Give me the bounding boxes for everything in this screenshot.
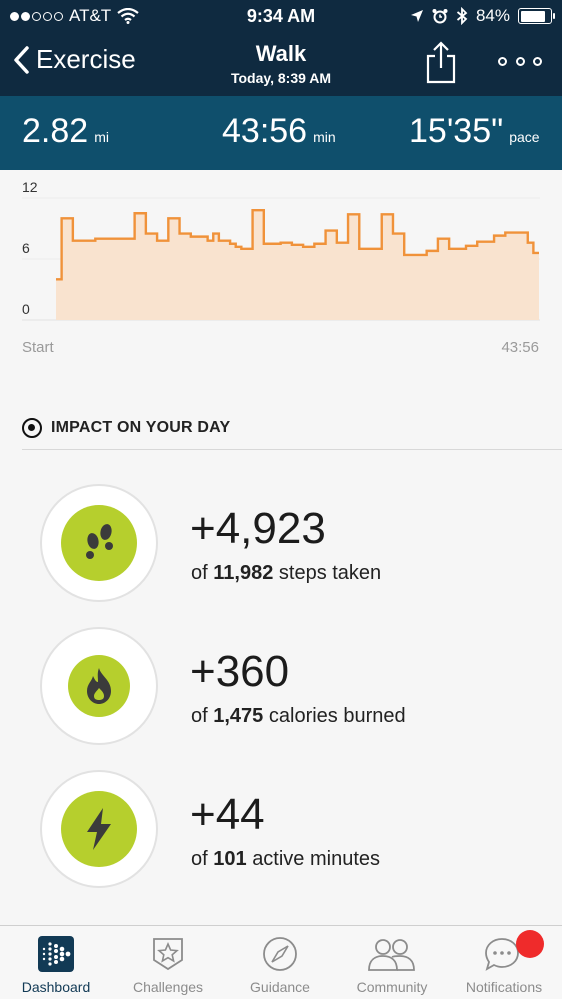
tab-guidance[interactable]: Guidance (224, 926, 336, 999)
tab-challenges[interactable]: Challenges (112, 926, 224, 999)
distance-stat: 2.82 mi (22, 112, 109, 151)
pace-chart-svg: 12 6 0 Start 43:56 (22, 179, 540, 356)
calories-prefix: of (191, 705, 208, 727)
active-minutes-added-value: +44 (190, 790, 265, 839)
steps-total: 11,982 (213, 562, 274, 584)
duration-unit: min (313, 129, 336, 145)
more-dot (533, 56, 542, 66)
tab-guidance-label: Guidance (250, 979, 310, 995)
bottom-tab-bar: Dashboard Challenges Guidance Community … (0, 925, 562, 999)
duration-stat: 43:56 min (222, 112, 336, 151)
compass-icon (263, 937, 297, 971)
steps-prefix: of (191, 562, 208, 584)
y-tick-label: 6 (22, 240, 30, 256)
pace-value: 15'35" (409, 112, 504, 150)
target-icon (22, 418, 42, 438)
status-bar: AT&T 9:34 AM 84% (0, 0, 562, 34)
x-start-label: Start (22, 339, 55, 356)
y-tick-label: 0 (22, 301, 30, 317)
calories-added-value: +360 (190, 647, 290, 696)
bluetooth-icon (456, 7, 468, 25)
active-minutes-ring (40, 770, 158, 888)
tab-dashboard[interactable]: Dashboard (0, 926, 112, 999)
community-icon (368, 939, 415, 971)
distance-unit: mi (94, 129, 109, 145)
steps-total-line: of 11,982 steps taken (191, 562, 381, 585)
calories-total: 1,475 (213, 705, 264, 727)
tab-community[interactable]: Community (336, 926, 448, 999)
more-options-button[interactable] (498, 52, 542, 70)
steps-badge (61, 505, 137, 581)
distance-value: 2.82 (22, 112, 89, 150)
calories-impact-row: +360 of 1,475 calories burned (0, 627, 562, 757)
summary-stats-bar: 2.82 mi 43:56 min 15'35" pace (0, 96, 562, 170)
impact-section-title: IMPACT ON YOUR DAY (51, 419, 231, 436)
app-header: AT&T 9:34 AM 84% Exercise Walk Today, 8:… (0, 0, 562, 96)
pace-chart: 12 6 0 Start 43:56 (0, 170, 562, 370)
tab-challenges-label: Challenges (132, 979, 204, 995)
battery-percent: 84% (475, 6, 510, 25)
battery-icon (518, 8, 555, 24)
active-minutes-impact-row: +44 of 101 active minutes (0, 770, 562, 900)
more-dot (498, 56, 507, 66)
impact-section-header: IMPACT ON YOUR DAY (22, 418, 230, 438)
page-title: Walk (255, 41, 307, 66)
calories-suffix: calories burned (268, 705, 406, 727)
active-minutes-total-line: of 101 active minutes (191, 848, 380, 871)
active-minutes-suffix: active minutes (252, 848, 381, 870)
x-end-label: 43:56 (501, 339, 539, 356)
steps-ring (40, 484, 158, 602)
alarm-clock-icon (432, 9, 448, 24)
calories-ring (40, 627, 158, 745)
star-badge-icon (153, 938, 183, 971)
active-minutes-total: 101 (213, 848, 247, 870)
section-divider (22, 449, 562, 450)
steps-suffix: steps taken (278, 562, 382, 584)
battery-level-fill (520, 10, 545, 22)
chart-area-fill (56, 210, 539, 320)
lightning-icon (87, 808, 111, 850)
steps-impact-row: +4,923 of 11,982 steps taken (0, 484, 562, 614)
active-minutes-prefix: of (191, 848, 208, 870)
flame-icon (87, 668, 111, 704)
location-arrow-icon (410, 10, 423, 22)
share-icon (426, 41, 456, 84)
tab-notifications[interactable]: Notifications (448, 926, 560, 999)
notification-badge (516, 930, 544, 958)
tab-dashboard-label: Dashboard (21, 979, 91, 995)
calories-badge (68, 655, 130, 717)
active-minutes-badge (61, 791, 137, 867)
duration-value: 43:56 (222, 112, 308, 150)
tab-notifications-label: Notifications (465, 979, 543, 995)
more-dot (515, 56, 525, 66)
y-tick-label: 12 (22, 179, 38, 195)
status-right: 84% (410, 6, 555, 26)
tab-community-label: Community (356, 979, 428, 995)
chat-bubble-icon (485, 938, 519, 971)
calories-total-line: of 1,475 calories burned (191, 705, 406, 728)
dashboard-icon (38, 936, 74, 972)
pace-stat: 15'35" pace (409, 112, 540, 151)
steps-added-value: +4,923 (190, 504, 326, 553)
page-subtitle: Today, 8:39 AM (230, 70, 332, 86)
pace-unit: pace (509, 129, 540, 145)
footsteps-icon (86, 524, 113, 559)
share-button[interactable] (424, 40, 458, 84)
